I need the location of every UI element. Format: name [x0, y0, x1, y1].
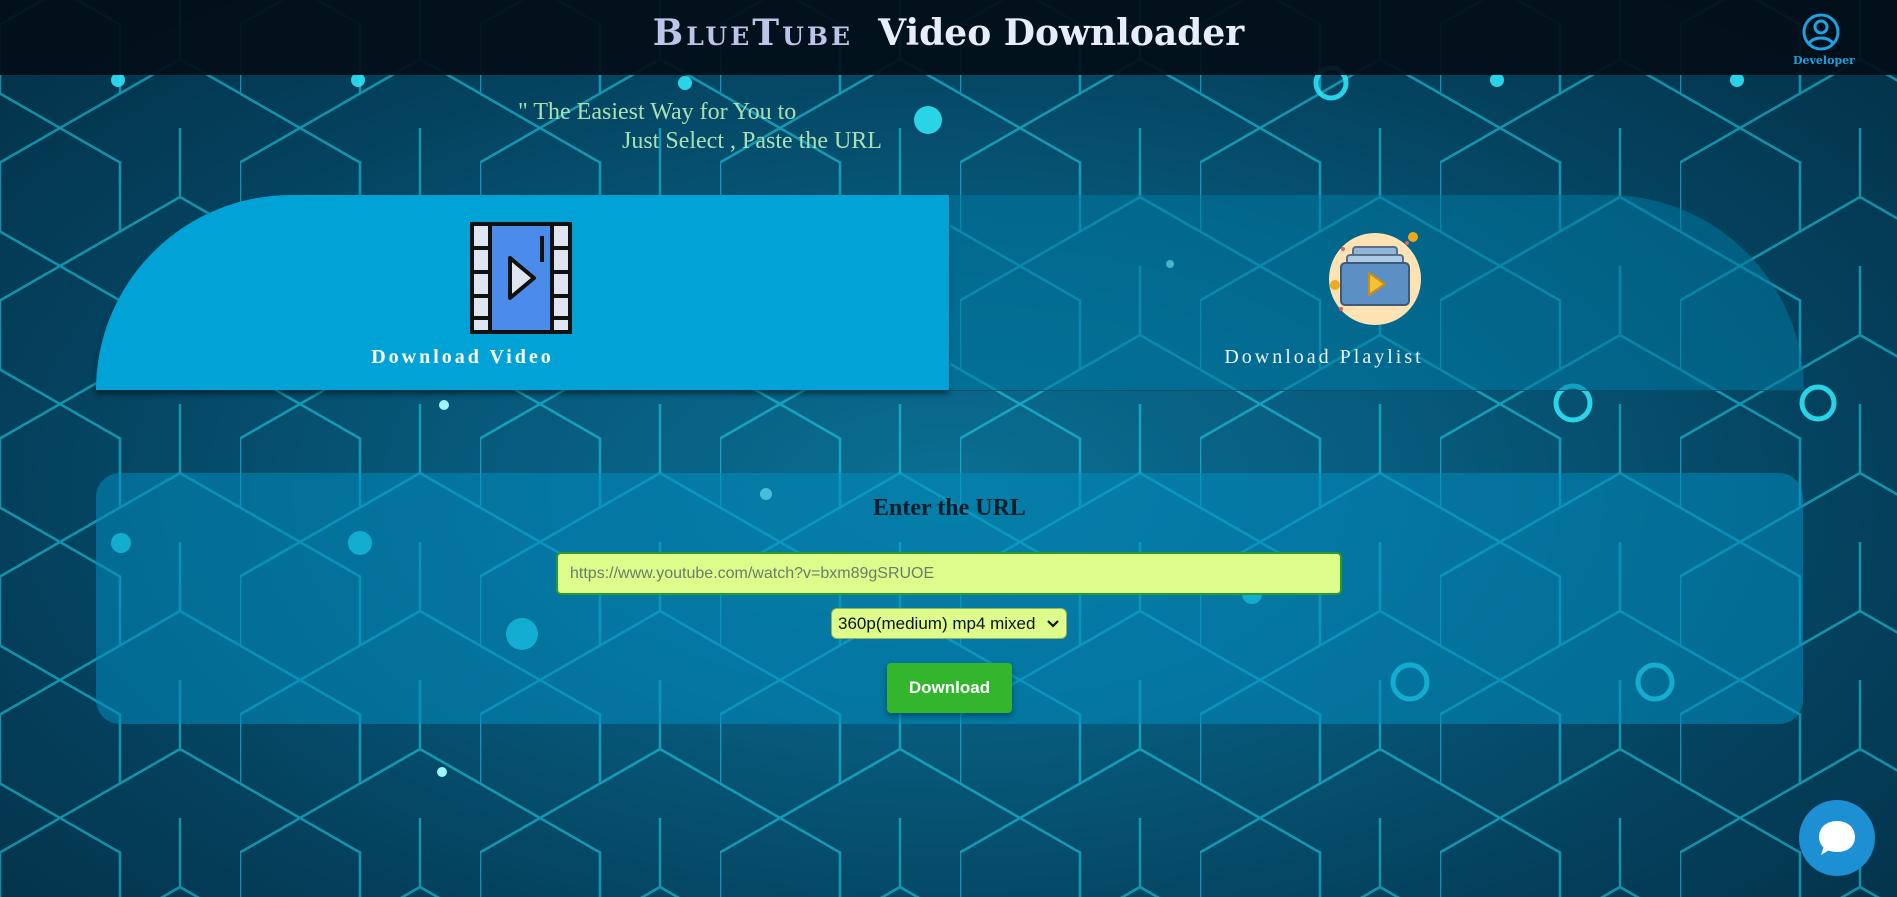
- brand-subtitle: Video Downloader: [878, 12, 1245, 54]
- user-circle-icon: [1802, 13, 1840, 51]
- tab-download-video-label: Download Video: [371, 346, 554, 368]
- tab-download-playlist[interactable]: Download Playlist: [949, 195, 1804, 391]
- tagline: " The Easiest Way for You to Just Select…: [518, 98, 882, 156]
- chat-widget-button[interactable]: [1799, 800, 1875, 876]
- tab-download-video[interactable]: Download Video: [96, 195, 949, 390]
- chat-bubble-icon: [1819, 821, 1855, 855]
- tagline-line2: Just Select , Paste the URL: [622, 128, 882, 154]
- developer-button[interactable]: Developer: [1793, 12, 1855, 67]
- url-form-panel: Enter the URL 360p(medium) mp4 mixed Dow…: [96, 473, 1803, 724]
- url-input[interactable]: [556, 552, 1342, 595]
- hexagon-network-background: [0, 0, 1897, 897]
- chevron-down-icon: [1047, 619, 1059, 628]
- site-title: BlueTube Video Downloader: [0, 12, 1897, 54]
- quality-select[interactable]: 360p(medium) mp4 mixed: [831, 608, 1067, 639]
- developer-label: Developer: [1793, 54, 1855, 67]
- top-header: BlueTube Video Downloader Developer: [0, 0, 1897, 75]
- quality-selected-value: 360p(medium) mp4 mixed: [838, 613, 1036, 633]
- download-mode-tabs: Download Video Download Playlist: [96, 195, 1804, 391]
- video-file-icon: [470, 222, 572, 334]
- tagline-line1: " The Easiest Way for You to: [518, 99, 797, 125]
- download-button[interactable]: Download: [887, 663, 1012, 713]
- tab-download-playlist-label: Download Playlist: [1224, 346, 1424, 368]
- brand-name: BlueTube: [652, 12, 854, 54]
- url-form-title: Enter the URL: [873, 495, 1026, 521]
- playlist-icon: [1329, 232, 1421, 325]
